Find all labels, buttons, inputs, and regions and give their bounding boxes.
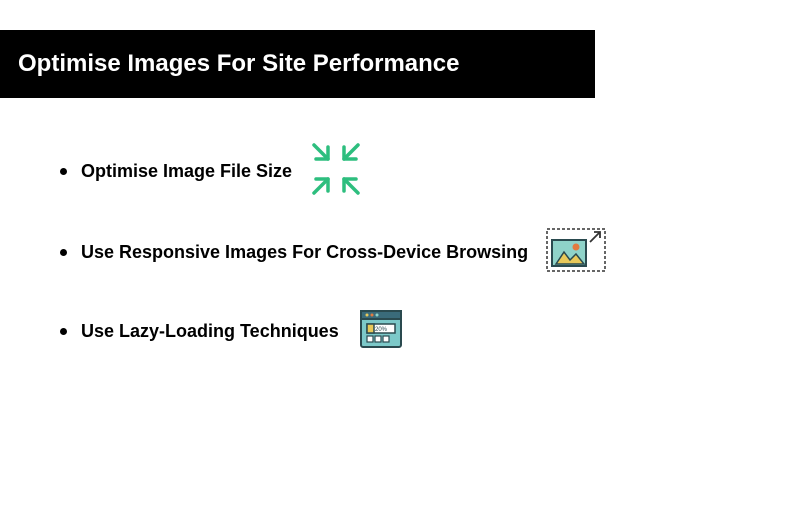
page-title: Optimise Images For Site Performance — [18, 50, 577, 78]
list-item: Optimise Image File Size — [60, 143, 800, 200]
bullet-list: Optimise Image File Size Use Responsive … — [60, 143, 800, 358]
bullet-icon — [60, 168, 67, 175]
bullet-icon — [60, 249, 67, 256]
svg-text:20%: 20% — [375, 327, 388, 333]
bullet-label: Optimise Image File Size — [81, 161, 292, 182]
header-bar: Optimise Images For Site Performance — [0, 30, 595, 98]
bullet-label: Use Responsive Images For Cross-Device B… — [81, 242, 528, 263]
compress-arrows-icon — [310, 143, 362, 200]
lazy-loading-icon: 20% — [357, 305, 405, 358]
list-item: Use Lazy-Loading Techniques 20% — [60, 305, 800, 358]
list-item: Use Responsive Images For Cross-Device B… — [60, 228, 800, 277]
bullet-label: Use Lazy-Loading Techniques — [81, 321, 339, 342]
bullet-icon — [60, 328, 67, 335]
responsive-image-icon — [546, 228, 606, 277]
